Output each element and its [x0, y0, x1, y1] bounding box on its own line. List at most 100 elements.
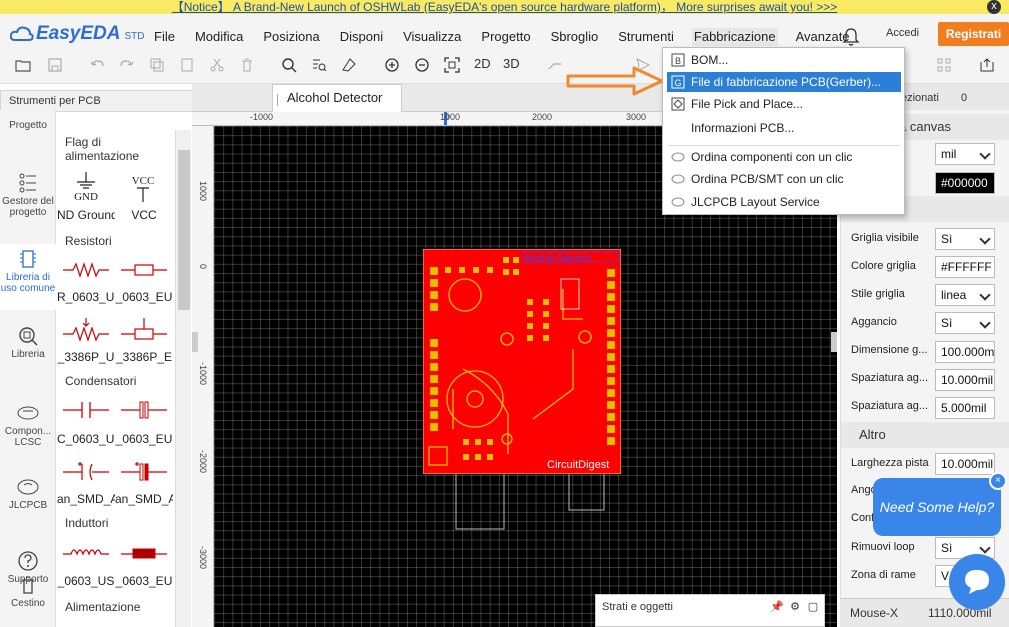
snap-spacing-input[interactable]: 10.000mil [935, 369, 995, 391]
chat-button[interactable] [949, 554, 1005, 610]
unit-select[interactable]: mil [935, 143, 995, 165]
capacitor-eu-symbol-icon[interactable] [115, 394, 173, 426]
library-item-pot-us[interactable]: _3386P_U [57, 350, 115, 364]
vcc-symbol-icon[interactable]: VCC [115, 172, 173, 204]
help-close-icon[interactable]: × [989, 472, 1007, 490]
library-item-ecap-eu[interactable]: an_SMD_A [115, 492, 173, 506]
delete-icon[interactable] [238, 56, 256, 74]
electrolytic-cap-us-symbol-icon[interactable] [57, 456, 115, 488]
inductor-us-symbol-icon[interactable] [57, 536, 115, 568]
menu-modifica[interactable]: Modifica [193, 28, 245, 46]
library-item-res-us[interactable]: R_0603_UR [57, 290, 115, 304]
menu-item-gerber[interactable]: G File di fabbricazione PCB(Gerber)... [667, 72, 901, 92]
open-folder-icon[interactable] [14, 56, 32, 74]
rail-cestino[interactable]: Cestino [0, 574, 56, 609]
library-item-ind-us[interactable]: _0603_US [57, 574, 115, 588]
grid-style-select[interactable]: linea [935, 284, 995, 306]
zoom-out-icon[interactable] [413, 56, 431, 74]
save-icon[interactable] [46, 56, 64, 74]
resistor-us-symbol-icon[interactable] [57, 254, 115, 286]
menu-strumenti[interactable]: Strumenti [616, 28, 676, 46]
fit-view-icon[interactable] [443, 56, 461, 74]
view-3d-button[interactable]: 3D [503, 56, 520, 71]
grid-size-input[interactable]: 100.000mil [935, 341, 995, 363]
find-icon[interactable] [310, 56, 328, 74]
grid-visible-select[interactable]: Sì [935, 228, 995, 250]
menu-sbroglio[interactable]: Sbroglio [549, 28, 601, 46]
menu-item-order-components[interactable]: Ordina componenti con un clic [667, 147, 901, 167]
altro-section[interactable]: Altro [841, 422, 1009, 448]
redo-icon[interactable] [118, 56, 136, 74]
menu-visualizza[interactable]: Visualizza [401, 28, 463, 46]
notice-text[interactable]: 【Notice】 A Brand-New Launch of OSHWLab (… [172, 0, 838, 14]
notice-bar[interactable]: 【Notice】 A Brand-New Launch of OSHWLab (… [0, 0, 1009, 14]
menu-item-pick-place-label: File Pick and Place... [691, 97, 804, 111]
resistor-eu-symbol-icon[interactable] [115, 254, 173, 286]
library-item-pot-eu[interactable]: _3386P_E [115, 350, 173, 364]
menu-disponi[interactable]: Disponi [338, 28, 385, 46]
menu-item-pick-place[interactable]: File Pick and Place... [667, 94, 901, 114]
cut-icon[interactable] [208, 56, 226, 74]
login-link[interactable]: Accedi [886, 27, 919, 39]
electrolytic-cap-eu-symbol-icon[interactable] [115, 456, 173, 488]
bell-icon[interactable] [842, 27, 860, 47]
potentiometer-us-symbol-icon[interactable] [57, 316, 115, 348]
menu-fabbricazione[interactable]: Fabbricazione [691, 28, 778, 46]
menu-progetto[interactable]: Progetto [479, 28, 532, 46]
rail-jlcpcb[interactable]: JLCPCB [0, 476, 56, 511]
zoom-in-icon[interactable] [383, 56, 401, 74]
menu-item-bom[interactable]: B BOM... [667, 50, 901, 70]
pin-icon[interactable]: 📌 [770, 600, 784, 614]
background-color-input[interactable]: #000000 [935, 172, 995, 194]
menu-item-order-pcb[interactable]: Ordina PCB/SMT con un clic [667, 169, 901, 189]
ruler-top-label: 3000 [626, 112, 647, 122]
paste-icon[interactable] [178, 56, 196, 74]
snap-select[interactable]: Sì [935, 312, 995, 334]
alt-snap-spacing-input[interactable]: 5.000mil [935, 397, 995, 419]
search-icon[interactable] [280, 56, 298, 74]
rail-gestore-progetto[interactable]: Gestore del progetto [0, 172, 56, 218]
rail-lcsc[interactable]: Compon... LCSC [0, 402, 56, 448]
register-button[interactable]: Registrati [938, 22, 1009, 46]
library-item-cap-eu[interactable]: _0603_EU [115, 432, 173, 446]
gear-icon[interactable]: ⚙ [788, 600, 802, 614]
menu-file[interactable]: File [152, 28, 177, 46]
pcb-board[interactable]: Alcohol Detector CircuitDigest [423, 249, 621, 474]
app-logo[interactable]: EasyEDA STD [10, 22, 145, 46]
left-panel-collapse-handle[interactable] [192, 332, 198, 352]
library-scrollbar-thumb[interactable] [178, 150, 190, 310]
menu-posiziona[interactable]: Posiziona [261, 28, 321, 46]
inductor-eu-symbol-icon[interactable] [115, 536, 173, 568]
grid-color-input[interactable]: #FFFFFF [935, 256, 995, 278]
maximize-icon[interactable]: ▢ [806, 600, 820, 614]
library-item-ecap-us[interactable]: an_SMD_A [57, 492, 115, 506]
export-icon[interactable] [978, 56, 996, 74]
copy-icon[interactable] [148, 56, 166, 74]
library-category-induttori: Induttori [65, 516, 109, 530]
tab-alcohol-detector[interactable]: Alcohol Detector [272, 84, 402, 112]
library-scrollbar[interactable] [175, 130, 191, 627]
layers-panel[interactable]: Strati e oggetti 📌 ⚙ ▢ [595, 594, 825, 627]
track-width-input[interactable]: 10.000mil [935, 453, 995, 475]
menu-item-layout-service[interactable]: JLCPCB Layout Service [667, 192, 901, 212]
library-item-ind-eu[interactable]: _0603_EU [115, 574, 173, 588]
grid-tool-icon[interactable] [935, 56, 953, 74]
capacitor-us-symbol-icon[interactable] [57, 394, 115, 426]
library-item-gnd[interactable]: ND Ground [57, 208, 115, 222]
clear-icon[interactable] [340, 56, 358, 74]
view-2d-button[interactable]: 2D [474, 56, 491, 71]
gnd-symbol-icon[interactable]: GND [57, 170, 115, 202]
library-item-res-eu[interactable]: _0603_EU [115, 290, 173, 304]
rail-libreria[interactable]: Libreria [0, 325, 56, 360]
potentiometer-eu-symbol-icon[interactable] [115, 316, 173, 348]
rail-libreria-comune[interactable]: Libreria di uso comune [0, 244, 56, 310]
notice-close-icon[interactable]: x [987, 0, 1001, 14]
menu-item-pcb-info[interactable]: Informazioni PCB... [667, 118, 901, 138]
library-item-vcc[interactable]: VCC [115, 208, 173, 222]
undo-icon[interactable] [88, 56, 106, 74]
library-item-cap-us[interactable]: C_0603_US [57, 432, 115, 446]
route-icon[interactable] [546, 56, 564, 74]
help-bubble[interactable]: Need Some Help? [873, 478, 1001, 536]
right-panel-collapse-handle[interactable] [831, 332, 837, 352]
rail-progetto[interactable]: Progetto [0, 120, 56, 131]
